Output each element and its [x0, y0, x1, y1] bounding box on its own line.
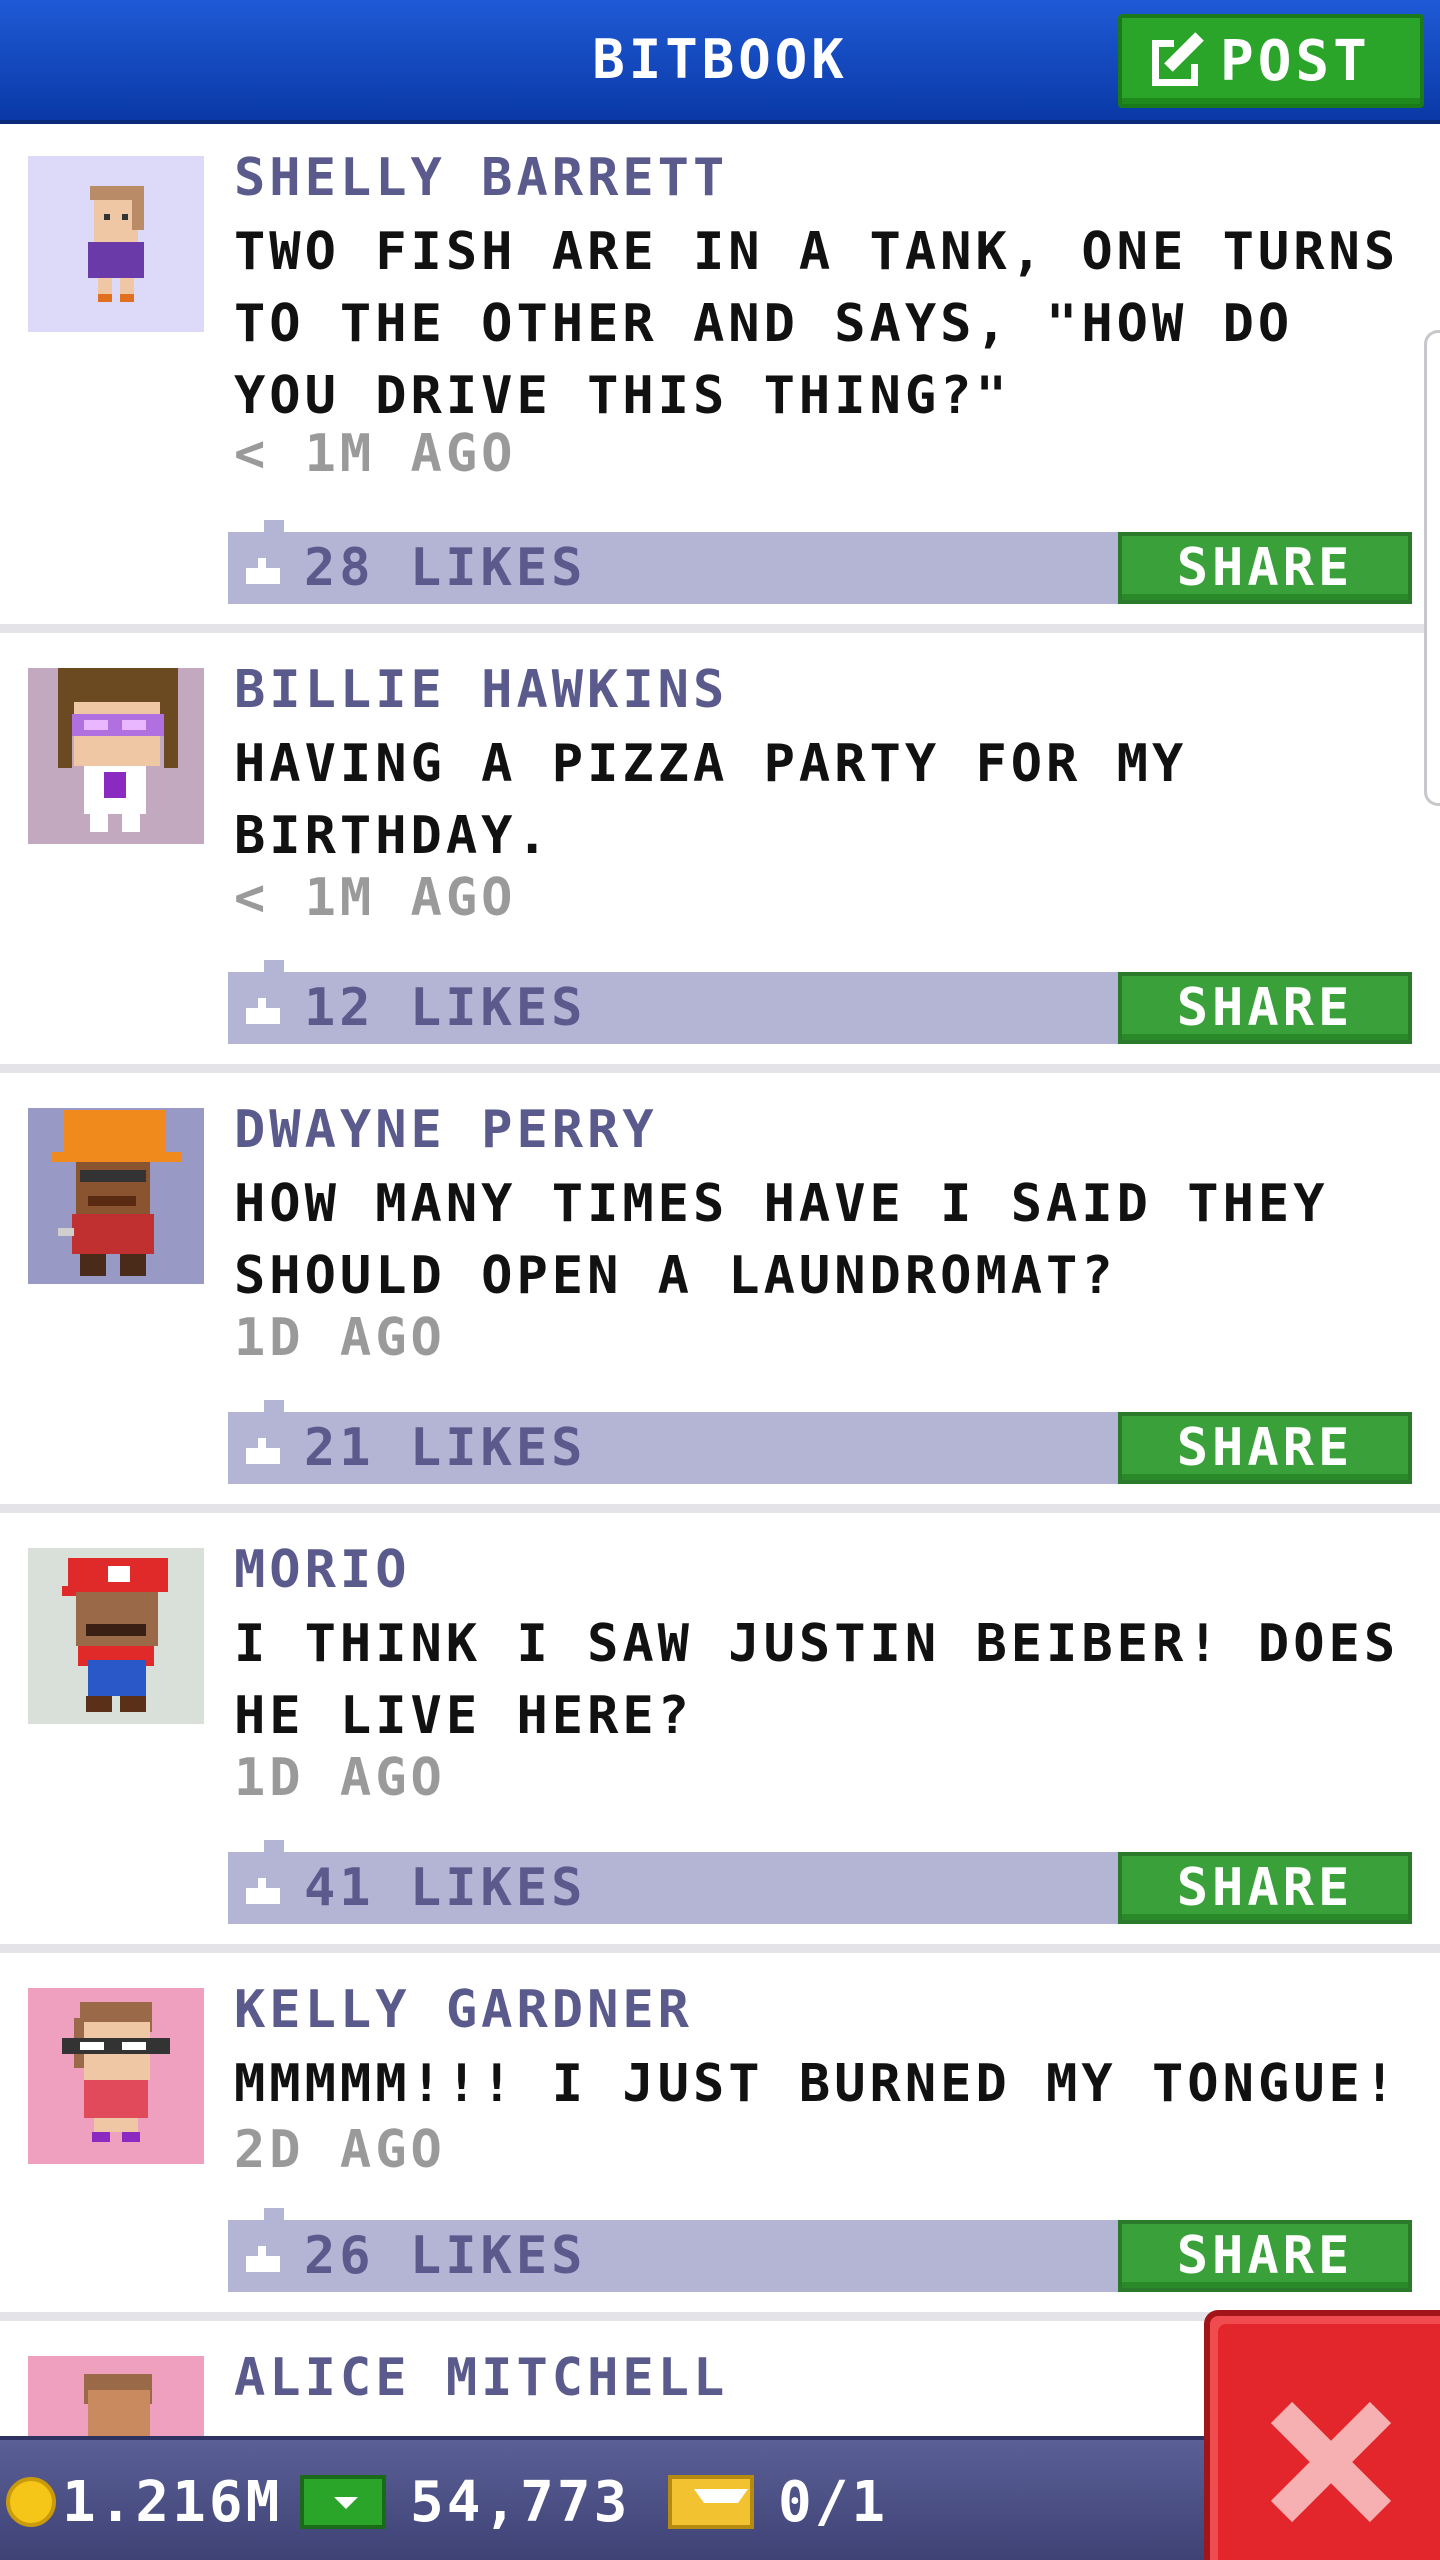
like-bar: 28 LIKES SHARE	[228, 520, 1412, 604]
thumbs-up-icon[interactable]	[246, 1438, 284, 1464]
divider	[0, 1504, 1440, 1513]
likes-count: 12 LIKES	[304, 978, 587, 1038]
divider	[0, 624, 1440, 633]
compose-icon	[1152, 32, 1206, 88]
post-author[interactable]: MORIO	[234, 1540, 411, 1600]
divider	[0, 1944, 1440, 1953]
post-time: 1D AGO	[234, 1748, 446, 1808]
post-button-label: POST	[1220, 28, 1371, 94]
share-button[interactable]: SHARE	[1118, 2220, 1412, 2292]
post-author[interactable]: KELLY GARDNER	[234, 1980, 693, 2040]
avatar-shelly-barrett[interactable]	[28, 156, 204, 332]
like-bar: 26 LIKES SHARE	[228, 2208, 1412, 2292]
likes-count: 41 LIKES	[304, 1858, 587, 1918]
avatar-dwayne-perry[interactable]	[28, 1108, 204, 1284]
like-bar: 21 LIKES SHARE	[228, 1400, 1412, 1484]
post-text: TWO FISH ARE IN A TANK, ONE TURNS TO THE…	[234, 222, 1400, 426]
ticket-icon	[668, 2475, 754, 2529]
share-button[interactable]: SHARE	[1118, 1412, 1412, 1484]
post-text: HOW MANY TIMES HAVE I SAID THEY SHOULD O…	[234, 1174, 1329, 1306]
tickets-stat: 0/1	[668, 2440, 888, 2560]
thumbs-up-icon[interactable]	[246, 2246, 284, 2272]
tickets-value: 0/1	[778, 2469, 889, 2535]
coins-stat: 1.216M	[6, 2440, 282, 2560]
post-author[interactable]: ALICE MITCHELL	[234, 2348, 728, 2408]
share-button[interactable]: SHARE	[1118, 972, 1412, 1044]
likes-count: 26 LIKES	[304, 2226, 587, 2286]
avatar-morio[interactable]	[28, 1548, 204, 1724]
thumbs-up-icon[interactable]	[246, 558, 284, 584]
avatar-billie-hawkins[interactable]	[28, 668, 204, 844]
bux-icon	[300, 2475, 386, 2529]
like-bar: 41 LIKES SHARE	[228, 1840, 1412, 1924]
post-author[interactable]: BILLIE HAWKINS	[234, 660, 728, 720]
post-text: HAVING A PIZZA PARTY FOR MY BIRTHDAY.	[234, 734, 1188, 866]
bux-value: 54,773	[410, 2469, 631, 2535]
post-text: MMMMM!!! I JUST BURNED MY TONGUE!	[234, 2054, 1400, 2114]
bux-stat: 54,773	[300, 2440, 630, 2560]
likes-count: 21 LIKES	[304, 1418, 587, 1478]
close-button[interactable]	[1204, 2310, 1440, 2560]
post-author[interactable]: DWAYNE PERRY	[234, 1100, 658, 1160]
scrollbar[interactable]	[1424, 330, 1440, 806]
thumbs-up-icon[interactable]	[246, 1878, 284, 1904]
post-time: < 1M AGO	[234, 868, 517, 928]
share-button[interactable]: SHARE	[1118, 1852, 1412, 1924]
share-button[interactable]: SHARE	[1118, 532, 1412, 604]
coins-value: 1.216M	[62, 2469, 283, 2535]
post-time: 1D AGO	[234, 1308, 446, 1368]
thumbs-up-icon[interactable]	[246, 998, 284, 1024]
top-bar: BITBOOK POST	[0, 0, 1440, 124]
post-time: 2D AGO	[234, 2120, 446, 2180]
post-author[interactable]: SHELLY BARRETT	[234, 148, 728, 208]
like-bar: 12 LIKES SHARE	[228, 960, 1412, 1044]
likes-count: 28 LIKES	[304, 538, 587, 598]
post-time: < 1M AGO	[234, 424, 517, 484]
coin-icon	[6, 2477, 56, 2527]
post-text: I THINK I SAW JUSTIN BEIBER! DOES HE LIV…	[234, 1614, 1400, 1746]
divider	[0, 1064, 1440, 1073]
avatar-kelly-gardner[interactable]	[28, 1988, 204, 2164]
post-button[interactable]: POST	[1118, 14, 1424, 108]
close-icon	[1270, 2401, 1392, 2523]
